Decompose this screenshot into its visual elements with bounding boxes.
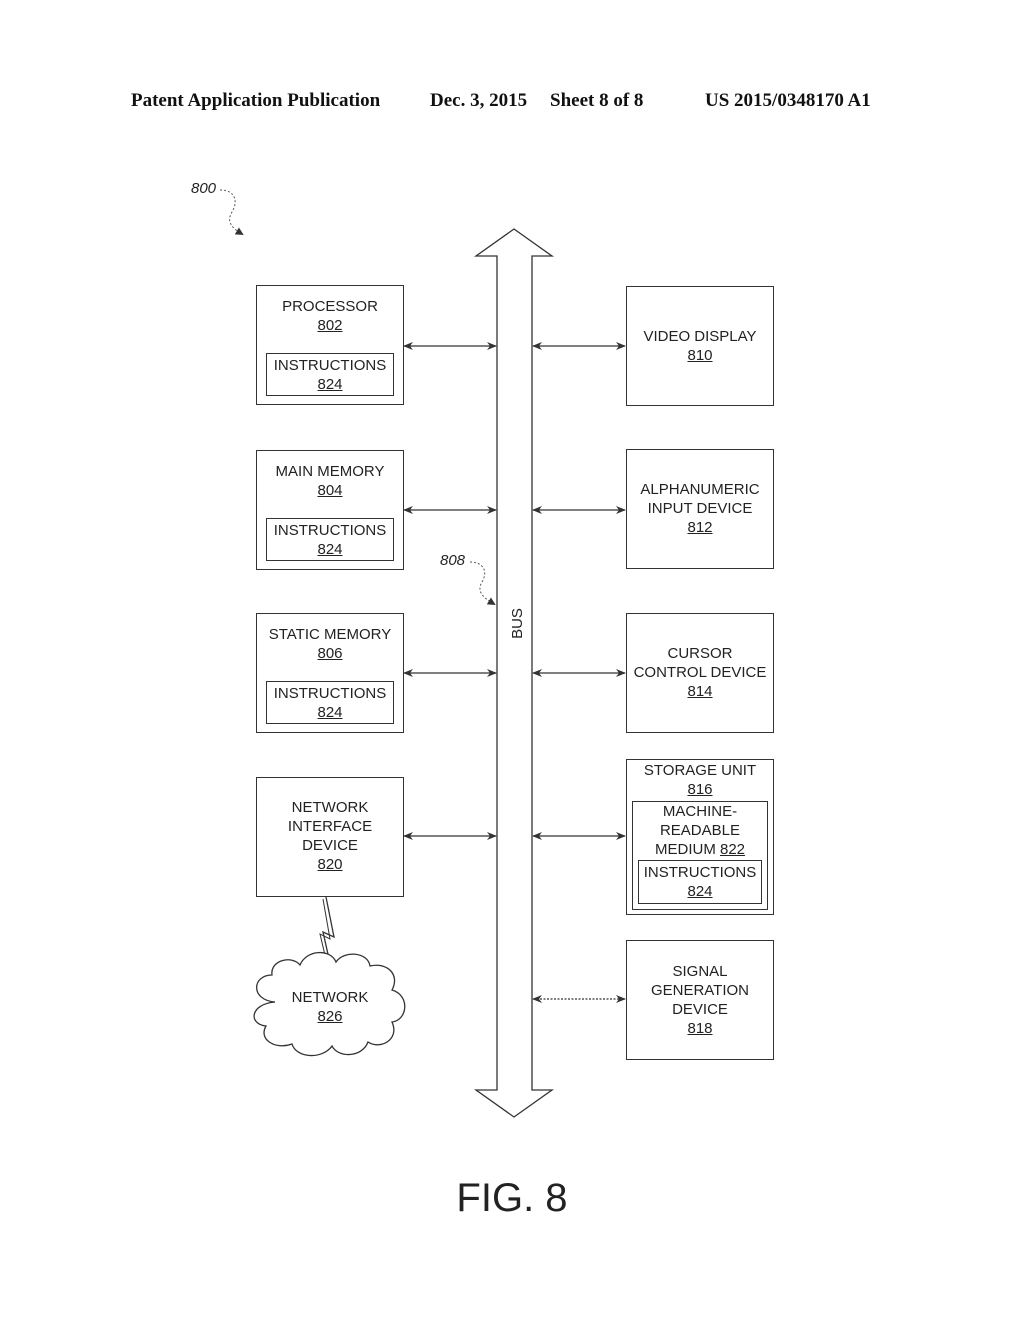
static-memory-box: STATIC MEMORY 806 INSTRUCTIONS 824: [256, 613, 404, 733]
storage-unit-box: STORAGE UNIT 816 MACHINE- READABLE MEDIU…: [626, 759, 774, 915]
video-display-box: VIDEO DISPLAY 810: [626, 286, 774, 406]
static-memory-instructions-box: INSTRUCTIONS 824: [266, 681, 394, 724]
main-memory-title: MAIN MEMORY: [275, 463, 385, 480]
instructions-ref: 824: [317, 704, 343, 721]
storage-unit-title: STORAGE UNIT: [643, 762, 757, 779]
machine-readable-medium-box: MACHINE- READABLE MEDIUM 822 INSTRUCTION…: [632, 801, 768, 910]
medium-line-2: READABLE: [659, 822, 741, 839]
network-interface-line-2: INTERFACE: [287, 818, 373, 835]
network-interface-line-3: DEVICE: [302, 837, 358, 854]
medium-line-1: MACHINE-: [662, 803, 738, 820]
video-display-title: VIDEO DISPLAY: [643, 328, 757, 345]
network-label: NETWORK 826: [270, 988, 390, 1026]
instructions-ref: 824: [317, 376, 343, 393]
processor-ref: 802: [317, 317, 343, 334]
ref-800-leader: [219, 189, 244, 236]
cursor-control-ref: 814: [687, 683, 713, 700]
bus-ref-808: 808: [440, 552, 466, 569]
static-memory-title: STATIC MEMORY: [268, 626, 392, 643]
instructions-title: INSTRUCTIONS: [273, 522, 387, 539]
signal-generation-line-3: DEVICE: [672, 1001, 728, 1018]
signal-generation-box: SIGNAL GENERATION DEVICE 818: [626, 940, 774, 1060]
main-memory-box: MAIN MEMORY 804 INSTRUCTIONS 824: [256, 450, 404, 570]
main-memory-instructions-box: INSTRUCTIONS 824: [266, 518, 394, 561]
cursor-control-line-2: CONTROL DEVICE: [633, 664, 767, 681]
figure-ref-800: 800: [191, 180, 217, 197]
diagram-connections: [219, 189, 626, 1118]
signal-generation-line-1: SIGNAL: [672, 963, 728, 980]
figure-caption: FIG. 8: [456, 1176, 568, 1220]
network-interface-ref: 820: [317, 856, 343, 873]
alphanumeric-ref: 812: [687, 519, 713, 536]
network-title: NETWORK: [291, 989, 369, 1006]
alphanumeric-line-2: INPUT DEVICE: [647, 500, 753, 517]
video-display-ref: 810: [687, 347, 713, 364]
bus-label: BUS: [508, 608, 526, 639]
medium-line-3: MEDIUM 822: [633, 840, 767, 859]
instructions-ref: 824: [317, 541, 343, 558]
network-ref: 826: [317, 1008, 343, 1025]
static-memory-ref: 806: [317, 645, 343, 662]
signal-generation-line-2: GENERATION: [650, 982, 750, 999]
network-interface-box: NETWORK INTERFACE DEVICE 820: [256, 777, 404, 897]
storage-unit-ref: 816: [687, 781, 713, 798]
processor-box: PROCESSOR 802 INSTRUCTIONS 824: [256, 285, 404, 405]
medium-ref: 822: [719, 841, 746, 858]
alphanumeric-input-box: ALPHANUMERIC INPUT DEVICE 812: [626, 449, 774, 569]
instructions-title: INSTRUCTIONS: [273, 357, 387, 374]
network-interface-line-1: NETWORK: [291, 799, 369, 816]
main-memory-ref: 804: [317, 482, 343, 499]
processor-title: PROCESSOR: [282, 298, 378, 315]
processor-instructions-box: INSTRUCTIONS 824: [266, 353, 394, 396]
medium-title: MEDIUM: [654, 841, 716, 858]
instructions-title: INSTRUCTIONS: [273, 685, 387, 702]
instructions-ref: 824: [687, 883, 713, 900]
cursor-control-line-1: CURSOR: [667, 645, 733, 662]
signal-generation-ref: 818: [687, 1020, 713, 1037]
alphanumeric-line-1: ALPHANUMERIC: [640, 481, 760, 498]
cursor-control-box: CURSOR CONTROL DEVICE 814: [626, 613, 774, 733]
instructions-title: INSTRUCTIONS: [643, 864, 757, 881]
storage-instructions-box: INSTRUCTIONS 824: [638, 860, 762, 904]
ref-808-leader: [469, 561, 496, 606]
